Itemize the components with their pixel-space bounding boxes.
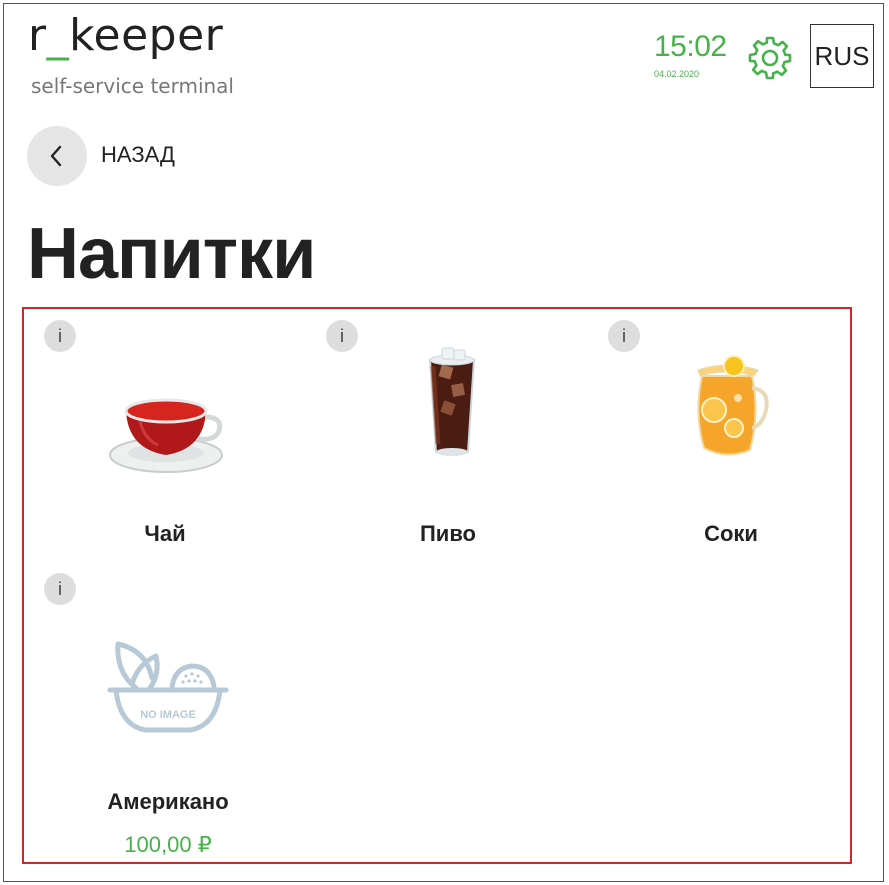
info-button[interactable]: i	[44, 573, 76, 605]
chevron-left-icon	[50, 145, 62, 167]
info-button[interactable]: i	[44, 320, 76, 352]
product-name[interactable]: Соки	[631, 521, 831, 547]
no-image-placeholder[interactable]: NO IMAGE	[106, 636, 230, 736]
back-label[interactable]: НАЗАД	[101, 142, 175, 168]
language-button[interactable]: RUS	[810, 24, 874, 88]
info-button[interactable]: i	[326, 320, 358, 352]
product-name[interactable]: Пиво	[348, 521, 548, 547]
logo: r_keeper	[28, 10, 224, 61]
product-price: 100,00 ₽	[124, 832, 212, 857]
info-button[interactable]: i	[608, 320, 640, 352]
product-name[interactable]: Американо	[68, 789, 268, 815]
product-name[interactable]: Чай	[65, 521, 265, 547]
tea-cup-image[interactable]	[106, 383, 226, 479]
clock-time: 15:02	[654, 30, 727, 63]
back-button[interactable]	[27, 126, 87, 186]
no-image-label: NO IMAGE	[140, 709, 196, 721]
clock-date: 04.02.2020	[654, 69, 700, 79]
iced-drink-glass-image[interactable]	[424, 344, 480, 460]
juice-jug-image[interactable]	[692, 354, 772, 460]
page-title: Напитки	[27, 214, 316, 294]
logo-subtitle: self-service terminal	[31, 74, 234, 98]
gear-icon[interactable]	[746, 34, 794, 82]
